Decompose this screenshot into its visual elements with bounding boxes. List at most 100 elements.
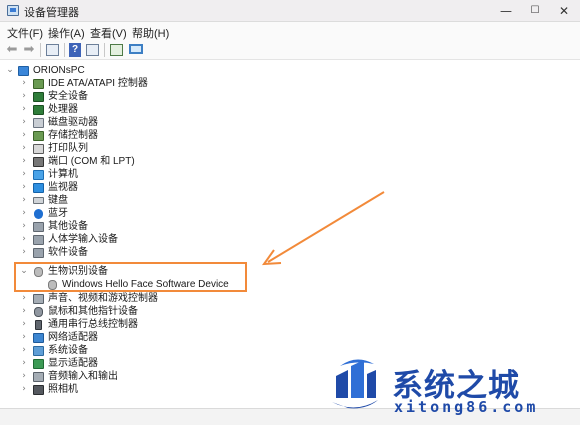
tree-item-label: IDE ATA/ATAPI 控制器 <box>48 78 148 89</box>
tree-item-usb[interactable]: › 通用串行总线控制器 <box>20 318 220 331</box>
menu-bar: 文件(F) 操作(A) 查看(V) 帮助(H) <box>0 22 580 40</box>
device-tree[interactable]: ⌄ ORIONsPC › IDE ATA/ATAPI 控制器 › 安全设备 › 处理器… <box>0 61 580 405</box>
display-adapter-icon <box>33 359 44 369</box>
ide-controller-icon <box>33 79 44 89</box>
watermark-logo-icon <box>332 359 378 409</box>
tree-item-keyboards[interactable]: › 键盘 <box>20 194 220 207</box>
chevron-right-icon[interactable]: › <box>20 357 28 370</box>
chevron-right-icon[interactable]: › <box>20 155 28 168</box>
scan-hardware-icon[interactable] <box>110 44 123 56</box>
menu-file[interactable]: 文件(F) <box>7 25 43 41</box>
maximize-button[interactable]: ☐ <box>521 0 549 22</box>
chevron-right-icon[interactable]: › <box>20 305 28 318</box>
chevron-right-icon[interactable]: › <box>20 383 28 396</box>
chevron-down-icon[interactable]: ⌄ <box>6 64 14 77</box>
software-device-icon <box>33 248 44 258</box>
tree-item-label: 通用串行总线控制器 <box>48 319 138 330</box>
tree-item-software-devices[interactable]: › 软件设备 <box>20 246 220 259</box>
tree-item-mice[interactable]: › 鼠标和其他指针设备 <box>20 305 220 318</box>
toolbar-separator <box>104 43 105 57</box>
tree-item-display-adapters[interactable]: › 显示适配器 <box>20 357 220 370</box>
chevron-right-icon[interactable]: › <box>20 181 28 194</box>
chevron-right-icon[interactable]: › <box>20 194 28 207</box>
tree-item-cameras[interactable]: › 照相机 <box>20 383 220 396</box>
chevron-right-icon[interactable]: › <box>20 233 28 246</box>
bluetooth-icon <box>34 209 43 219</box>
tree-item-ide[interactable]: › IDE ATA/ATAPI 控制器 <box>20 77 220 90</box>
keyboard-icon <box>33 197 44 204</box>
tree-item-other-devices[interactable]: › 其他设备 <box>20 220 220 233</box>
chevron-right-icon[interactable]: › <box>20 168 28 181</box>
chevron-right-icon[interactable]: › <box>20 142 28 155</box>
tree-item-label: 人体学输入设备 <box>48 234 118 245</box>
tree-item-ports[interactable]: › 端口 (COM 和 LPT) <box>20 155 220 168</box>
chevron-right-icon[interactable]: › <box>20 292 28 305</box>
tree-item-processor[interactable]: › 处理器 <box>20 103 220 116</box>
tree-item-label: 安全设备 <box>48 91 88 102</box>
toolbar-separator <box>40 43 41 57</box>
chevron-right-icon[interactable]: › <box>20 220 28 233</box>
tree-item-computer[interactable]: › 计算机 <box>20 168 220 181</box>
tree-root[interactable]: ⌄ ORIONsPC <box>6 64 126 77</box>
chevron-right-icon[interactable]: › <box>20 129 28 142</box>
computer-icon <box>18 66 29 76</box>
forward-icon[interactable]: ➡ <box>21 42 37 58</box>
minimize-button[interactable]: — <box>492 0 520 22</box>
update-driver-icon[interactable] <box>86 44 99 56</box>
tree-item-label: 处理器 <box>48 104 78 115</box>
tree-item-disk-drives[interactable]: › 磁盘驱动器 <box>20 116 220 129</box>
audio-io-icon <box>33 372 44 382</box>
tree-item-label: 照相机 <box>48 384 78 395</box>
tree-item-security[interactable]: › 安全设备 <box>20 90 220 103</box>
monitor-icon[interactable] <box>129 44 143 54</box>
storage-controller-icon <box>33 131 44 141</box>
tree-item-network[interactable]: › 网络适配器 <box>20 331 220 344</box>
computer-icon <box>33 170 44 180</box>
chevron-right-icon[interactable]: › <box>20 318 28 331</box>
tree-item-bluetooth[interactable]: › 蓝牙 <box>20 207 220 220</box>
tree-item-label: 磁盘驱动器 <box>48 117 98 128</box>
chevron-right-icon[interactable]: › <box>20 77 28 90</box>
tree-item-label: 蓝牙 <box>48 208 68 219</box>
tree-item-label: 鼠标和其他指针设备 <box>48 306 138 317</box>
chevron-right-icon[interactable]: › <box>20 331 28 344</box>
chevron-right-icon[interactable]: › <box>20 116 28 129</box>
properties-icon[interactable] <box>46 44 59 56</box>
menu-help[interactable]: 帮助(H) <box>132 25 169 41</box>
tree-item-label: 音频输入和输出 <box>48 371 118 382</box>
tree-item-sound-video[interactable]: › 声音、视频和游戏控制器 <box>20 292 220 305</box>
tree-item-label: 其他设备 <box>48 221 88 232</box>
tree-item-label: 端口 (COM 和 LPT) <box>48 156 135 167</box>
menu-view[interactable]: 查看(V) <box>90 25 127 41</box>
chevron-right-icon[interactable]: › <box>20 90 28 103</box>
processor-icon <box>33 105 44 115</box>
network-adapter-icon <box>33 333 44 343</box>
watermark-url: xitong86.com <box>394 398 539 416</box>
chevron-right-icon[interactable]: › <box>20 344 28 357</box>
tree-item-audio-io[interactable]: › 音频输入和输出 <box>20 370 220 383</box>
tree-item-print-queues[interactable]: › 打印队列 <box>20 142 220 155</box>
disk-drive-icon <box>33 118 44 128</box>
tree-item-label: 网络适配器 <box>48 332 98 343</box>
tree-item-monitors[interactable]: › 监视器 <box>20 181 220 194</box>
chevron-right-icon[interactable]: › <box>20 103 28 116</box>
chevron-right-icon[interactable]: › <box>20 370 28 383</box>
tree-item-hid[interactable]: › 人体学输入设备 <box>20 233 220 246</box>
monitor-icon <box>33 183 44 193</box>
tree-item-label: 存储控制器 <box>48 130 98 141</box>
chevron-right-icon[interactable]: › <box>20 246 28 259</box>
toolbar: ⬅ ➡ ? <box>0 40 580 60</box>
back-icon[interactable]: ⬅ <box>4 42 20 58</box>
help-icon[interactable]: ? <box>69 43 81 57</box>
toolbar-separator <box>64 43 65 57</box>
tree-item-storage-controllers[interactable]: › 存储控制器 <box>20 129 220 142</box>
tree-item-label: 键盘 <box>48 195 68 206</box>
chevron-right-icon[interactable]: › <box>20 207 28 220</box>
tree-item-system-devices[interactable]: › 系统设备 <box>20 344 220 357</box>
tree-item-label: 显示适配器 <box>48 358 98 369</box>
hid-icon <box>33 235 44 245</box>
speaker-icon <box>33 294 44 304</box>
printer-icon <box>33 144 44 154</box>
menu-action[interactable]: 操作(A) <box>48 25 85 41</box>
close-button[interactable]: ✕ <box>550 0 578 22</box>
